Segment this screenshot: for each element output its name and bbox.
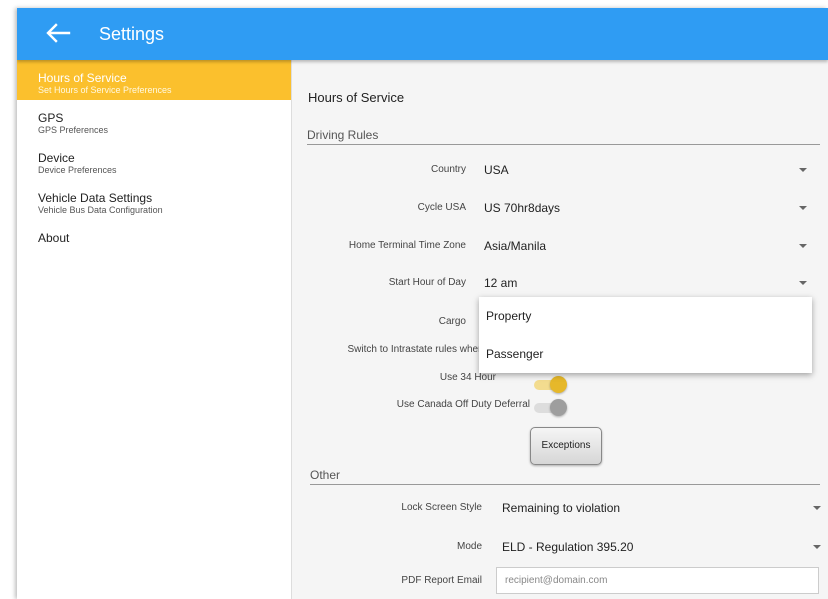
sidebar-item-title: GPS: [38, 111, 64, 125]
country-dropdown-icon[interactable]: [799, 168, 807, 172]
pdf-email-label: PDF Report Email: [401, 575, 482, 586]
cycle-select[interactable]: US 70hr8days: [484, 201, 560, 215]
country-label: Country: [430, 164, 466, 175]
sidebar-item-subtitle: GPS Preferences: [38, 125, 109, 135]
sidebar-item-title: Hours of Service: [38, 71, 127, 85]
mode-select[interactable]: ELD - Regulation 395.20: [502, 540, 633, 554]
sidebar-item-hours-of-service[interactable]: Hours of Service Set Hours of Service Pr…: [17, 60, 291, 100]
lock-screen-dropdown-icon[interactable]: [813, 506, 821, 510]
mode-label: Mode: [456, 541, 482, 552]
sidebar-item-title: About: [38, 231, 70, 245]
cycle-dropdown-icon[interactable]: [799, 206, 807, 210]
timezone-select[interactable]: Asia/Manila: [484, 239, 546, 253]
sidebar-item-subtitle: Set Hours of Service Preferences: [38, 85, 172, 95]
use-34-hour-toggle-knob[interactable]: [550, 376, 567, 393]
sidebar-item-subtitle: Vehicle Bus Data Configuration: [38, 205, 163, 215]
exceptions-button[interactable]: Exceptions: [530, 427, 602, 465]
section-heading-driving-rules: Driving Rules: [307, 128, 820, 145]
intrastate-label: Switch to Intrastate rules when p: [347, 344, 492, 355]
sidebar-item-title: Device: [38, 151, 75, 165]
canada-deferral-label: Use Canada Off Duty Deferral: [396, 399, 530, 410]
section-heading-other: Other: [310, 468, 820, 485]
cargo-option-passenger[interactable]: Passenger: [479, 335, 812, 373]
start-hour-label: Start Hour of Day: [388, 277, 466, 288]
pdf-email-field[interactable]: recipient@domain.com: [496, 567, 819, 594]
timezone-label: Home Terminal Time Zone: [348, 240, 466, 251]
mode-dropdown-icon[interactable]: [813, 545, 821, 549]
canada-deferral-toggle-knob[interactable]: [550, 399, 567, 416]
sidebar-item-about[interactable]: About: [17, 220, 291, 260]
lock-screen-label: Lock Screen Style: [401, 502, 482, 513]
cargo-option-property[interactable]: Property: [479, 297, 812, 335]
page-title: Hours of Service: [308, 90, 405, 105]
back-arrow-icon[interactable]: [43, 18, 73, 48]
sidebar-item-device[interactable]: Device Device Preferences: [17, 140, 291, 180]
sidebar-item-subtitle: Device Preferences: [38, 165, 117, 175]
country-select[interactable]: USA: [484, 163, 509, 177]
use-34-hour-label: Use 34 Hour: [439, 372, 496, 383]
lock-screen-select[interactable]: Remaining to violation: [502, 501, 620, 515]
timezone-dropdown-icon[interactable]: [799, 244, 807, 248]
start-hour-select[interactable]: 12 am: [484, 276, 517, 290]
app-bar: Settings: [17, 8, 828, 60]
cycle-label: Cycle USA: [417, 202, 466, 213]
sidebar-item-gps[interactable]: GPS GPS Preferences: [17, 100, 291, 140]
cargo-label: Cargo: [438, 316, 466, 327]
sidebar-item-title: Vehicle Data Settings: [38, 191, 153, 205]
app-bar-title: Settings: [99, 24, 165, 44]
start-hour-dropdown-icon[interactable]: [799, 281, 807, 285]
settings-sidebar: Hours of Service Set Hours of Service Pr…: [17, 60, 292, 599]
sidebar-item-vehicle-data-settings[interactable]: Vehicle Data Settings Vehicle Bus Data C…: [17, 180, 291, 220]
cargo-dropdown-menu: Property Passenger: [479, 297, 812, 373]
